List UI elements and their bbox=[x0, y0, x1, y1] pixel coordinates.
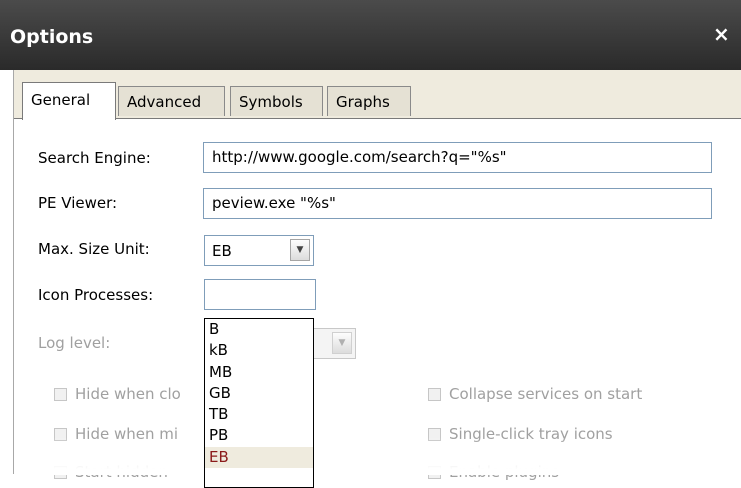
icon-processes-input[interactable] bbox=[204, 279, 316, 310]
checkbox-box[interactable] bbox=[54, 466, 67, 479]
general-panel: Search Engine: http://www.google.com/sea… bbox=[14, 118, 741, 488]
search-engine-label: Search Engine: bbox=[38, 149, 151, 167]
tab-general[interactable]: General bbox=[22, 82, 116, 120]
max-size-unit-dropdown: B kB MB GB TB PB EB bbox=[204, 318, 314, 488]
search-engine-input[interactable]: http://www.google.com/search?q="%s" bbox=[203, 142, 712, 173]
dropdown-option-pb[interactable]: PB bbox=[205, 425, 313, 446]
max-size-unit-select[interactable]: EB ▼ bbox=[204, 235, 314, 266]
checkbox-box[interactable] bbox=[428, 466, 441, 479]
icon-processes-label: Icon Processes: bbox=[38, 286, 154, 304]
collapse-services-label: Collapse services on start bbox=[449, 385, 643, 403]
tab-graphs[interactable]: Graphs bbox=[327, 86, 411, 116]
checkbox-box[interactable] bbox=[54, 428, 67, 441]
hide-when-minimized-label: Hide when mi bbox=[75, 425, 179, 443]
checkbox-box[interactable] bbox=[54, 388, 67, 401]
hide-when-closed-label: Hide when clo bbox=[75, 385, 181, 403]
pe-viewer-input[interactable]: peview.exe "%s" bbox=[203, 188, 712, 219]
dropdown-option-b[interactable]: B bbox=[205, 319, 313, 340]
checkbox-box[interactable] bbox=[428, 428, 441, 441]
pe-viewer-label: PE Viewer: bbox=[38, 194, 118, 212]
tab-advanced[interactable]: Advanced bbox=[118, 86, 225, 116]
close-icon[interactable]: × bbox=[713, 22, 730, 46]
tab-symbols[interactable]: Symbols bbox=[230, 86, 323, 116]
checkbox-box[interactable] bbox=[428, 388, 441, 401]
title-bar: Options × bbox=[0, 0, 741, 70]
dropdown-option-mb[interactable]: MB bbox=[205, 362, 313, 383]
dropdown-option-eb[interactable]: EB bbox=[205, 446, 313, 469]
chevron-down-icon[interactable]: ▼ bbox=[332, 332, 352, 354]
enable-plugins-label: Enable plugins bbox=[449, 463, 560, 481]
dropdown-option-gb[interactable]: GB bbox=[205, 383, 313, 404]
start-hidden-label: Start hidden bbox=[75, 463, 168, 481]
window-title: Options bbox=[10, 26, 94, 48]
max-size-unit-label: Max. Size Unit: bbox=[38, 240, 150, 258]
tab-strip: General Advanced Symbols Graphs bbox=[14, 70, 741, 120]
max-size-unit-value: EB bbox=[212, 242, 232, 260]
single-click-tray-label: Single-click tray icons bbox=[449, 425, 613, 443]
dialog-body: General Advanced Symbols Graphs Search E… bbox=[13, 70, 741, 488]
dropdown-option-tb[interactable]: TB bbox=[205, 404, 313, 425]
dropdown-option-kb[interactable]: kB bbox=[205, 340, 313, 361]
log-level-label: Log level: bbox=[38, 334, 111, 352]
chevron-down-icon[interactable]: ▼ bbox=[290, 239, 310, 261]
